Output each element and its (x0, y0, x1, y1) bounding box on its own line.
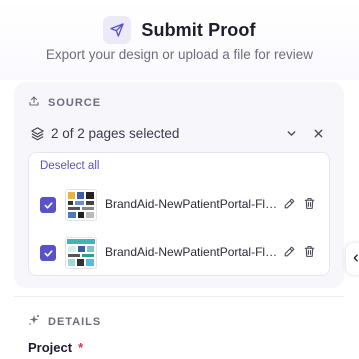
details-section-header: DETAILS (28, 314, 101, 329)
page-name: BrandAid-NewPatientPortal-Fl… (105, 197, 277, 211)
deselect-all-link[interactable]: Deselect all (40, 160, 99, 172)
close-icon[interactable] (312, 127, 325, 145)
layers-icon (30, 126, 45, 146)
page-checkbox[interactable] (40, 245, 56, 261)
page-list: Deselect all BrandAid-NewPatientPortal-F… (28, 152, 330, 276)
section-divider (14, 296, 344, 297)
header: Submit Proof Export your design or uploa… (0, 0, 359, 80)
pencil-icon[interactable] (283, 245, 296, 263)
project-field-label: Project * (28, 340, 83, 355)
page-selector[interactable]: 2 of 2 pages selected (14, 118, 344, 150)
required-mark: * (78, 340, 84, 355)
trash-icon[interactable] (303, 197, 316, 215)
page-thumbnail (65, 237, 97, 269)
list-item[interactable]: BrandAid-NewPatientPortal-Fl… (29, 184, 329, 226)
source-section-header: SOURCE (28, 95, 101, 110)
chevron-down-icon[interactable] (285, 127, 298, 145)
page-subtitle: Export your design or upload a file for … (45, 47, 314, 62)
pencil-icon[interactable] (283, 197, 296, 215)
details-section-label: DETAILS (48, 315, 102, 328)
source-section-label: SOURCE (48, 96, 102, 109)
page-title: Submit Proof (141, 19, 256, 40)
trash-icon[interactable] (303, 245, 316, 263)
collapse-panel-button[interactable] (346, 243, 359, 275)
list-item[interactable]: BrandAid-NewPatientPortal-Fl… (29, 232, 329, 274)
page-checkbox[interactable] (40, 197, 56, 213)
upload-icon (28, 95, 40, 110)
selection-summary: 2 of 2 pages selected (51, 126, 180, 141)
chevron-left-icon (351, 250, 359, 268)
sparkle-icon (28, 314, 40, 329)
title-row: Submit Proof (0, 16, 359, 44)
page-thumbnail (65, 189, 97, 221)
send-icon (103, 16, 132, 44)
project-label-text: Project (28, 340, 73, 355)
page-name: BrandAid-NewPatientPortal-Fl… (105, 245, 277, 259)
